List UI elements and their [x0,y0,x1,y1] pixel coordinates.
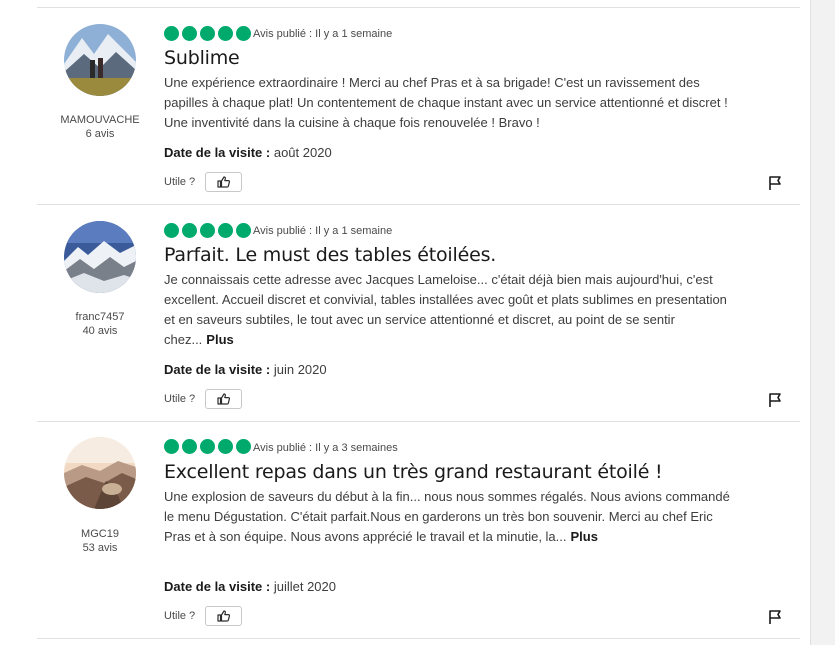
visit-date-value: juillet 2020 [273,579,336,594]
rating-bubble-icon [236,223,251,238]
rating-bubble-icon [182,223,197,238]
divider [37,421,800,422]
rating-bubble-icon [218,439,233,454]
visit-date: Date de la visite : juillet 2020 [164,579,336,594]
avatar-photo-mountain-hikers [64,24,136,96]
rating-bubble-icon [164,223,179,238]
rating-bubble-icon [218,223,233,238]
rating-bubble-icon [200,26,215,41]
review-text: Je connaissais cette adresse avec Jacque… [164,272,727,347]
review-text: Une expérience extraordinaire ! Merci au… [164,75,728,130]
avatar-photo-snowy-mountains [64,221,136,293]
reviewer-review-count: 53 avis [82,542,118,554]
review-title[interactable]: Sublime [164,47,240,69]
useful-label: Utile ? [164,393,196,405]
useful-label: Utile ? [164,610,196,622]
visit-date-label: Date de la visite : [164,362,271,377]
reviewer-review-count: 6 avis [85,128,115,140]
rating-bubble-icon [236,26,251,41]
published-date: Avis publié : Il y a 1 semaine [253,28,393,40]
review-body: Je connaissais cette adresse avec Jacque… [164,270,736,350]
helpful-vote-button[interactable] [205,389,242,409]
divider [37,7,800,8]
rating-bubble-icon [236,439,251,454]
report-flag-icon[interactable] [767,175,783,191]
divider [37,638,800,639]
helpful-vote-button[interactable] [205,172,242,192]
reviewer-name[interactable]: MGC19 [40,527,160,541]
review-body: Une expérience extraordinaire ! Merci au… [164,73,736,133]
more-link[interactable]: Plus [206,332,233,347]
review-body: Une explosion de saveurs du début à la f… [164,487,736,547]
rating-bubble-icon [164,26,179,41]
divider [37,204,800,205]
visit-date: Date de la visite : août 2020 [164,145,332,160]
avatar[interactable] [64,437,136,509]
rating-bubbles [164,439,251,454]
visit-date-label: Date de la visite : [164,579,271,594]
visit-date-label: Date de la visite : [164,145,271,160]
rating-bubble-icon [200,439,215,454]
report-flag-icon[interactable] [767,392,783,408]
reviews-panel: MAMOUVACHE 6 avis Avis publié : Il y a 1… [0,0,811,645]
rating-bubbles [164,26,251,41]
helpful-vote-button[interactable] [205,606,242,626]
reviewer-name[interactable]: franc7457 [40,310,160,324]
rating-bubble-icon [200,223,215,238]
reviewer-review-count: 40 avis [82,325,118,337]
report-flag-icon[interactable] [767,609,783,625]
rating-bubble-icon [218,26,233,41]
thumbs-up-icon [217,610,230,622]
published-date: Avis publié : Il y a 1 semaine [253,225,393,237]
avatar[interactable] [64,24,136,96]
review-text: Une explosion de saveurs du début à la f… [164,489,730,544]
useful-label: Utile ? [164,176,196,188]
visit-date-value: août 2020 [273,145,332,160]
more-link[interactable]: Plus [571,529,598,544]
review-title[interactable]: Excellent repas dans un très grand resta… [164,461,663,483]
thumbs-up-icon [217,393,230,405]
published-date: Avis publié : Il y a 3 semaines [253,442,398,454]
rating-bubbles [164,223,251,238]
review-title[interactable]: Parfait. Le must des tables étoilées. [164,244,496,266]
reviewer-name[interactable]: MAMOUVACHE [40,113,160,127]
rating-bubble-icon [182,26,197,41]
visit-date-value: juin 2020 [273,362,327,377]
visit-date: Date de la visite : juin 2020 [164,362,327,377]
thumbs-up-icon [217,176,230,188]
rating-bubble-icon [164,439,179,454]
rating-bubble-icon [182,439,197,454]
avatar-photo-mountain-landscape [64,437,136,509]
avatar[interactable] [64,221,136,293]
